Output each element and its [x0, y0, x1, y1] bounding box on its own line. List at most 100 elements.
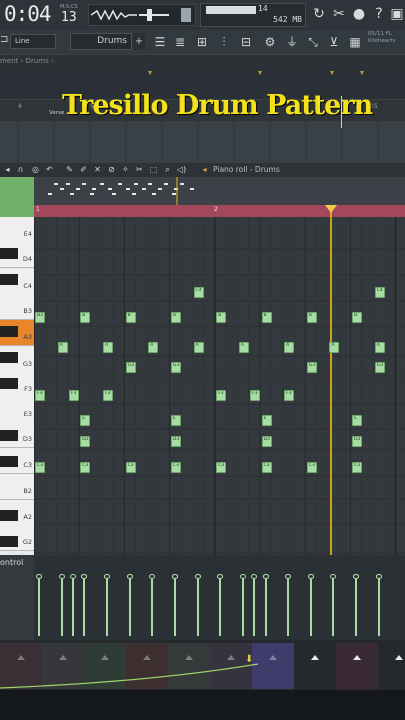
velocity-bar[interactable] [105, 578, 108, 636]
record-icon[interactable]: ◎ [30, 164, 41, 175]
piano-key-black[interactable] [0, 248, 18, 259]
note[interactable]: B [125, 312, 136, 323]
note[interactable]: C4 [193, 287, 204, 298]
note[interactable]: B [352, 312, 363, 323]
velocity-handle[interactable] [149, 574, 156, 579]
channel-button[interactable] [378, 643, 405, 689]
note[interactable]: G3 [170, 362, 181, 373]
note[interactable]: G3 [125, 362, 136, 373]
velocity-bar[interactable] [241, 578, 244, 636]
news-icon[interactable]: ▦ [347, 34, 363, 50]
note[interactable]: B [170, 312, 181, 323]
add-pattern-button[interactable]: + [133, 33, 145, 50]
velocity-bar[interactable] [151, 578, 154, 636]
note[interactable]: C3 [306, 462, 317, 473]
brush-icon[interactable]: ✐ [78, 164, 89, 175]
cpu-icon[interactable]: ▣ [388, 5, 405, 23]
mute-icon[interactable]: ⊘ [106, 164, 117, 175]
velocity-bar[interactable] [196, 578, 199, 636]
note[interactable]: G3 [374, 362, 385, 373]
note[interactable]: G3 [306, 362, 317, 373]
undo-icon[interactable]: ↻ [310, 5, 328, 23]
note[interactable]: F3 [250, 390, 261, 401]
play-icon[interactable]: ◁) [176, 164, 187, 175]
note[interactable]: D3 [170, 436, 181, 447]
velocity-handle[interactable] [58, 574, 65, 579]
velocity-handle[interactable] [171, 574, 178, 579]
velocity-handle[interactable] [239, 574, 246, 579]
magnet-icon[interactable]: ⊐ [0, 34, 8, 48]
piano-key-black[interactable] [0, 456, 18, 467]
velocity-bar[interactable] [332, 578, 335, 636]
note[interactable]: B [80, 312, 91, 323]
note[interactable]: E [352, 415, 363, 426]
piano-key-black[interactable] [0, 536, 18, 547]
piano-key-black[interactable] [0, 378, 18, 389]
note[interactable]: A [238, 342, 249, 353]
note[interactable]: C3 [352, 462, 363, 473]
playhead-marker-icon[interactable] [325, 205, 337, 213]
pencil-icon[interactable]: ✎ [64, 164, 75, 175]
menu-icon[interactable]: ◂ [2, 164, 13, 175]
velocity-bar[interactable] [38, 578, 40, 636]
note[interactable]: B [306, 312, 317, 323]
piano-key-black[interactable] [0, 430, 18, 441]
note[interactable]: A [193, 342, 204, 353]
piano-key-white[interactable]: B2 [0, 474, 34, 500]
slip-icon[interactable]: ✧ [120, 164, 131, 175]
note[interactable]: C3 [35, 462, 45, 473]
cart-icon[interactable]: ⊻ [326, 34, 342, 50]
speaker-icon[interactable]: ◂ [199, 164, 210, 175]
velocity-handle[interactable] [103, 574, 110, 579]
note[interactable]: C3 [261, 462, 272, 473]
note[interactable]: A [284, 342, 295, 353]
note[interactable]: E [261, 415, 272, 426]
velocity-bar[interactable] [264, 578, 267, 636]
piano-key-white[interactable]: E4 [0, 217, 34, 243]
piano-key-black[interactable] [0, 326, 18, 337]
note[interactable]: A [329, 342, 340, 353]
slice-icon[interactable]: ✂ [134, 164, 145, 175]
note[interactable]: E [170, 415, 181, 426]
velocity-bar[interactable] [71, 578, 74, 636]
download-arrow-icon[interactable]: ⬇ [245, 654, 253, 665]
velocity-handle[interactable] [36, 574, 42, 579]
channel-button[interactable] [294, 643, 336, 689]
velocity-bar[interactable] [173, 578, 176, 636]
note[interactable]: B [261, 312, 272, 323]
note[interactable]: F3 [284, 390, 295, 401]
velocity-handle[interactable] [307, 574, 314, 579]
piano-key-black[interactable] [0, 510, 18, 521]
note[interactable]: F3 [35, 390, 45, 401]
magnet-icon[interactable]: ∩ [15, 164, 26, 175]
tempo-icon[interactable]: ⤡ [305, 34, 321, 50]
delete-icon[interactable]: ✕ [92, 164, 103, 175]
velocity-bar[interactable] [128, 578, 131, 636]
select-icon[interactable]: ⬚ [148, 164, 159, 175]
note[interactable]: C3 [216, 462, 227, 473]
note[interactable]: A [102, 342, 113, 353]
velocity-handle[interactable] [285, 574, 292, 579]
piano-key-black[interactable] [0, 352, 18, 363]
velocity-handle[interactable] [81, 574, 88, 579]
mixer-icon[interactable]: ⫶ [216, 34, 232, 50]
browser-icon[interactable]: ⊟ [238, 34, 254, 50]
plug-icon[interactable]: ⏚ [284, 34, 300, 50]
note[interactable]: A [148, 342, 159, 353]
song-time[interactable]: 0:04 [4, 2, 52, 26]
velocity-bar[interactable] [83, 578, 86, 636]
piano-key-black[interactable] [0, 274, 18, 285]
note[interactable]: C3 [125, 462, 136, 473]
velocity-handle[interactable] [251, 574, 258, 579]
note[interactable]: B [216, 312, 227, 323]
velocity-bar[interactable] [309, 578, 312, 636]
piano-key-white[interactable]: E3 [0, 397, 34, 423]
control-lane-header[interactable] [0, 555, 34, 640]
piano-key-white[interactable]: B3 [0, 294, 34, 320]
velocity-handle[interactable] [330, 574, 337, 579]
microphone-icon[interactable]: ● [350, 5, 368, 23]
note-grid[interactable] [34, 217, 405, 555]
oscilloscope[interactable] [88, 4, 196, 26]
pattern-select[interactable]: Drums [70, 33, 132, 50]
velocity-handle[interactable] [126, 574, 133, 579]
